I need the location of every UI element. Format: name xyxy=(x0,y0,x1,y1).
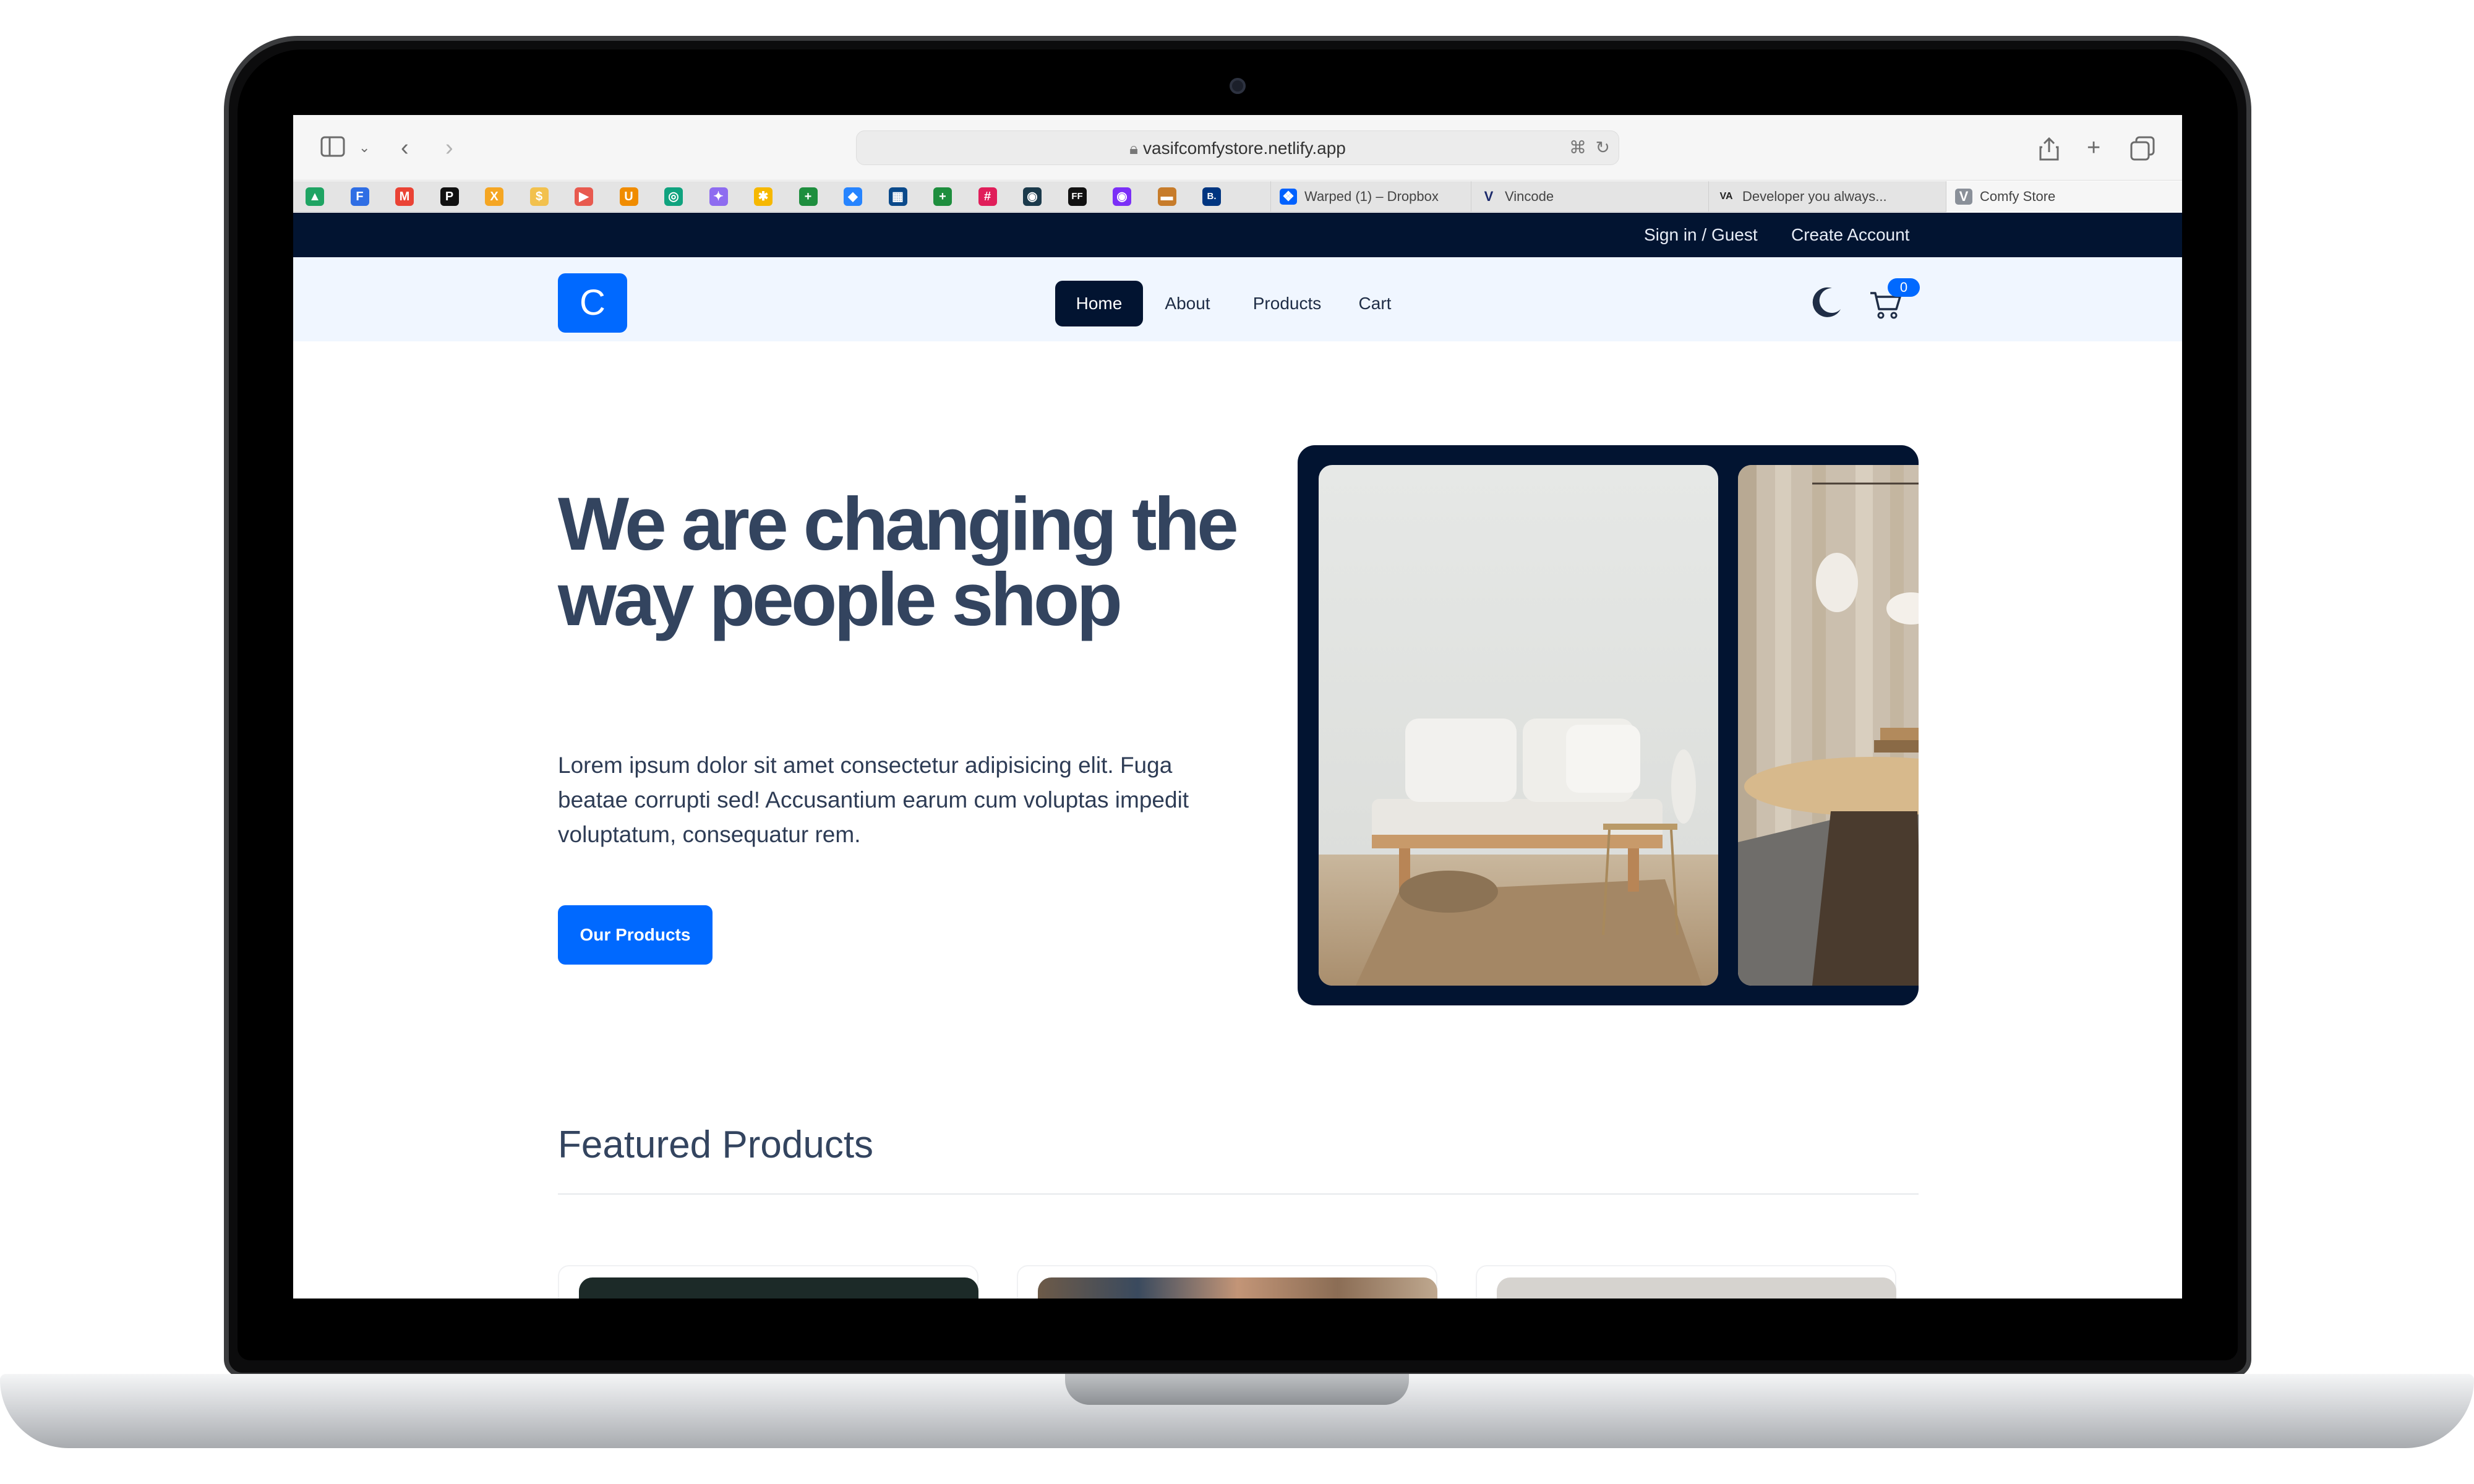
tab-overview-icon[interactable] xyxy=(2130,136,2155,165)
featured-title: Featured Products xyxy=(558,1124,874,1166)
yellow-circle-icon[interactable]: ✱ xyxy=(754,187,773,206)
u-app-icon[interactable]: U xyxy=(619,187,638,206)
nav-products[interactable]: Products xyxy=(1246,281,1329,326)
browser-tab[interactable]: V Vincode xyxy=(1471,181,1708,212)
browser-tab[interactable]: VA Developer you always... xyxy=(1708,181,1946,212)
tab-bar: ▲ F M P X $ ▶ U ◎ ✦ ✱ + ◆ ▦ + # ◉ FF ◉ ▬ B. ❖ Warped (1) – Dro… xyxy=(293,181,2182,212)
pinterest-icon[interactable]: P xyxy=(440,187,459,206)
ff-icon[interactable]: FF xyxy=(1068,187,1087,206)
logo[interactable]: C xyxy=(558,273,627,333)
browser-tab[interactable]: V Comfy Store xyxy=(1946,181,2182,212)
translate-icon[interactable]: ⌘ xyxy=(1569,137,1586,158)
reload-icon[interactable]: ↻ xyxy=(1596,137,1610,158)
hero-description: Lorem ipsum dolor sit amet consectetur a… xyxy=(558,753,1189,847)
tab-label: Comfy Store xyxy=(1980,189,2056,204)
comfy-store-icon: V xyxy=(1955,189,1972,205)
browser-toolbar: ⌄ ‹ › 🔒︎ vasifcomfystore.netlify.app ⌘ ↻ … xyxy=(293,115,2182,181)
new-tab-icon[interactable]: + xyxy=(2087,136,2100,160)
nav-cart[interactable]: Cart xyxy=(1355,281,1395,326)
wallet-icon[interactable]: ▬ xyxy=(1157,187,1176,206)
tab-label: Warped (1) – Dropbox xyxy=(1304,189,1439,204)
dropbox-icon: ❖ xyxy=(1280,189,1297,205)
our-products-button[interactable]: Our Products xyxy=(558,905,713,965)
camera-icon xyxy=(1230,78,1246,94)
hero-title: We are changing the way people shop xyxy=(558,482,1239,641)
sidebar-toggle-icon[interactable] xyxy=(320,136,345,161)
nav-home[interactable]: Home xyxy=(1055,281,1143,326)
sign-in-link[interactable]: Sign in / Guest xyxy=(1644,213,1758,257)
product-image xyxy=(1497,1277,1896,1298)
browser-tab[interactable]: ❖ Warped (1) – Dropbox xyxy=(1270,181,1471,212)
red-app-icon[interactable]: ▶ xyxy=(575,187,593,206)
lock-icon: 🔒︎ xyxy=(1129,139,1138,158)
jira-icon[interactable]: ◆ xyxy=(844,187,862,206)
featured-divider xyxy=(558,1193,1919,1195)
laptop-notch xyxy=(1065,1374,1409,1405)
account-bar: Sign in / Guest Create Account xyxy=(293,213,2182,257)
product-image xyxy=(579,1277,978,1298)
forward-icon[interactable]: › xyxy=(445,136,453,160)
carousel-image-sofa xyxy=(1319,465,1718,986)
nav-about[interactable]: About xyxy=(1157,281,1218,326)
sheets-icon[interactable]: + xyxy=(798,187,818,206)
library-icon[interactable]: ▦ xyxy=(888,187,907,206)
url-text: vasifcomfystore.netlify.app xyxy=(1143,139,1346,158)
address-bar[interactable]: 🔒︎ vasifcomfystore.netlify.app ⌘ ↻ xyxy=(856,130,1619,165)
tab-label: Developer you always... xyxy=(1742,189,1887,204)
chatgpt-icon[interactable]: ◎ xyxy=(664,187,683,206)
vincode-icon: V xyxy=(1484,189,1494,204)
dark-app-icon[interactable]: ◉ xyxy=(1023,187,1042,206)
va-icon: VA xyxy=(1719,191,1733,202)
back-icon[interactable]: ‹ xyxy=(401,136,409,160)
moon-icon[interactable] xyxy=(1810,286,1843,319)
sheets-icon-2[interactable]: + xyxy=(933,187,952,206)
share-icon[interactable] xyxy=(2039,136,2060,165)
coin-icon[interactable]: $ xyxy=(529,187,549,206)
carousel-image-table xyxy=(1738,465,1919,986)
gmail-icon[interactable]: M xyxy=(395,187,414,206)
cart-count-badge: 0 xyxy=(1888,278,1920,297)
slack-icon[interactable]: # xyxy=(978,187,997,206)
tab-label: Vincode xyxy=(1505,189,1554,204)
booking-icon[interactable]: B. xyxy=(1202,187,1221,206)
google-drive-icon[interactable]: ▲ xyxy=(306,187,324,206)
purple-circle-icon[interactable]: ◉ xyxy=(1113,187,1131,206)
chevron-down-icon[interactable]: ⌄ xyxy=(359,136,370,160)
gemini-icon[interactable]: ✦ xyxy=(709,187,728,206)
screen: ⌄ ‹ › 🔒︎ vasifcomfystore.netlify.app ⌘ ↻ … xyxy=(293,115,2182,1298)
x-icon[interactable]: X xyxy=(485,187,503,206)
product-image xyxy=(1038,1277,1437,1298)
create-account-link[interactable]: Create Account xyxy=(1791,213,1909,257)
forms-icon[interactable]: F xyxy=(350,187,369,206)
